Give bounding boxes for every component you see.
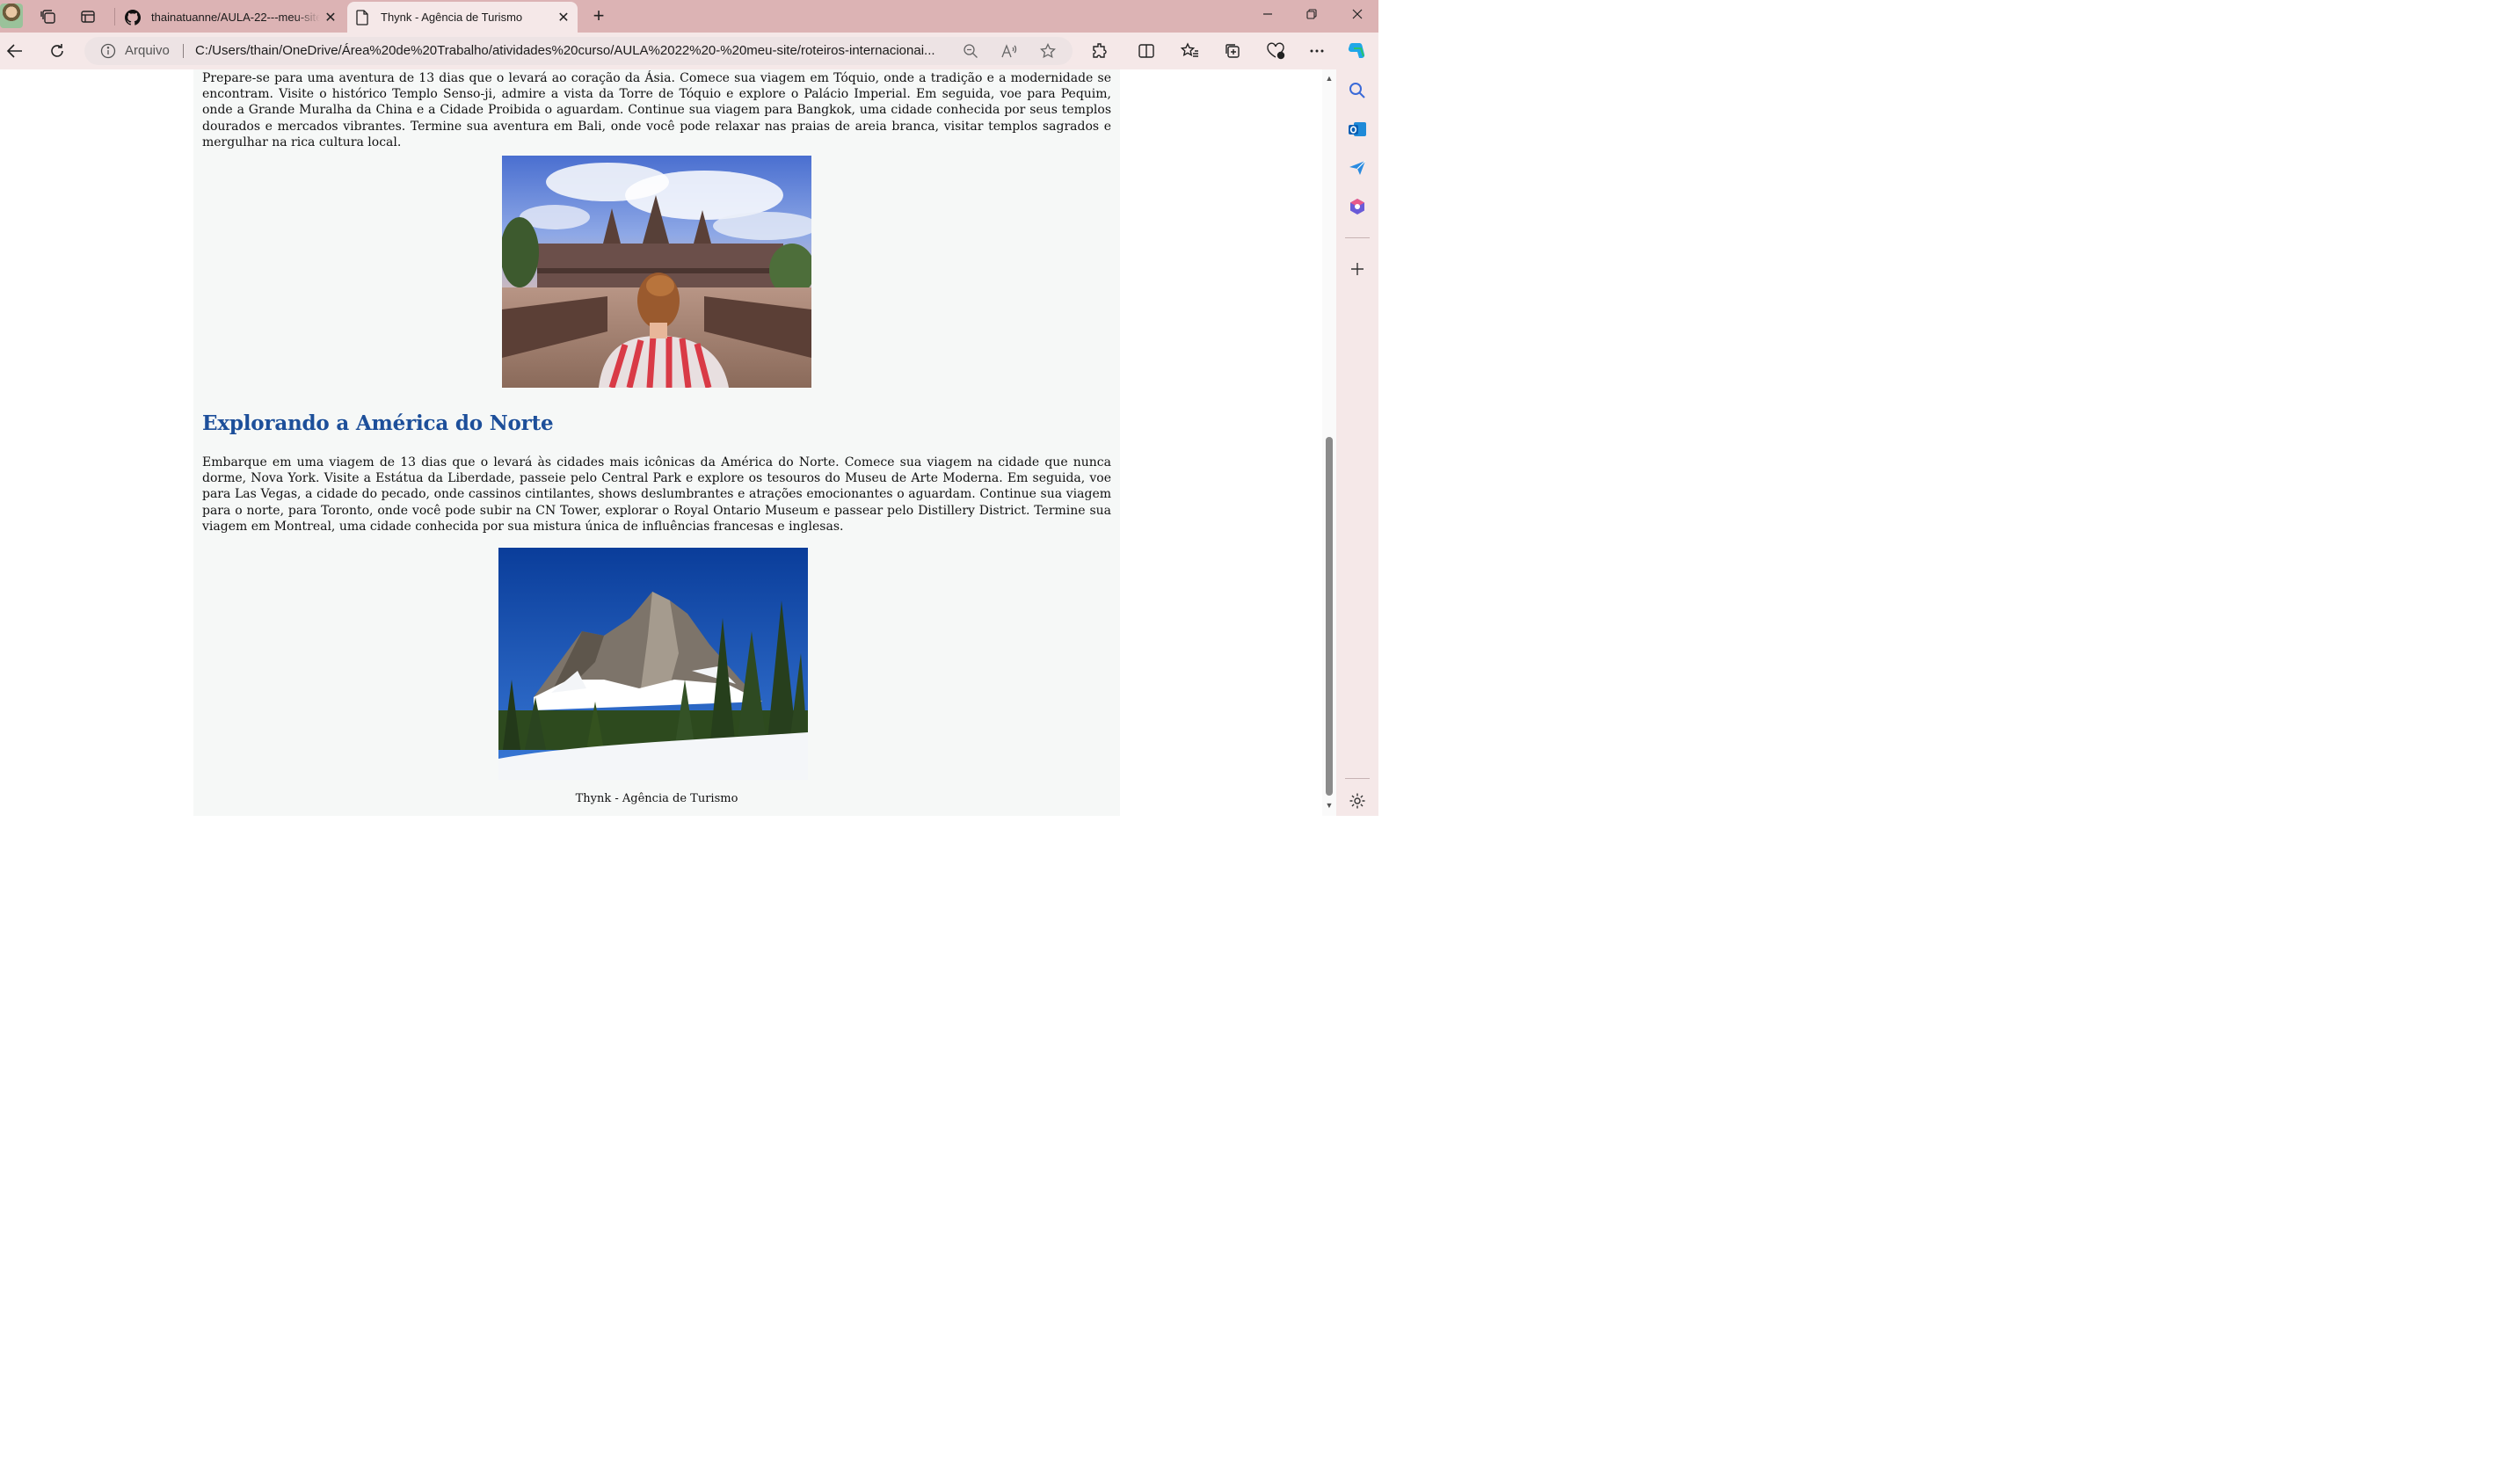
- tab-title: thainatuanne/AULA-22---meu-site: [151, 11, 320, 24]
- browser-toolbar: Arquivo C:/Users/thain/OneDrive/Área%20d…: [0, 33, 1378, 69]
- copilot-icon[interactable]: [1345, 40, 1368, 62]
- address-bar[interactable]: Arquivo C:/Users/thain/OneDrive/Área%20d…: [84, 37, 1073, 65]
- favorite-star-icon[interactable]: [1038, 41, 1058, 61]
- tab-github[interactable]: thainatuanne/AULA-22---meu-site ✕: [118, 2, 345, 33]
- refresh-icon[interactable]: [46, 40, 69, 62]
- scroll-down-arrow-icon[interactable]: ▼: [1325, 801, 1334, 810]
- sidebar-separator: [1345, 237, 1370, 238]
- favorites-icon[interactable]: [1178, 40, 1201, 62]
- outlook-icon[interactable]: [1347, 119, 1368, 140]
- scroll-up-arrow-icon[interactable]: ▲: [1325, 74, 1334, 83]
- microsoft-365-icon[interactable]: [1347, 196, 1368, 217]
- send-icon[interactable]: [1347, 157, 1368, 178]
- page-viewport: Prepare-se para uma aventura de 13 dias …: [0, 69, 1322, 816]
- title-bar: thainatuanne/AULA-22---meu-site ✕ Thynk …: [0, 0, 1378, 33]
- new-tab-button[interactable]: +: [587, 4, 610, 27]
- add-sidebar-app-icon[interactable]: [1347, 258, 1368, 280]
- more-options-icon[interactable]: [1305, 40, 1328, 62]
- angkor-wat-photo: [502, 156, 811, 388]
- profile-avatar[interactable]: [0, 4, 23, 28]
- tab-thynk[interactable]: Thynk - Agência de Turismo ✕: [347, 2, 578, 33]
- sidebar-separator: [1345, 778, 1370, 779]
- info-icon[interactable]: [100, 43, 116, 59]
- security-label[interactable]: Arquivo: [125, 43, 170, 58]
- mountain-landscape-photo: [498, 548, 808, 780]
- browser-essentials-icon[interactable]: [1264, 40, 1287, 62]
- tab-actions-icon[interactable]: [76, 5, 99, 28]
- north-america-itinerary-paragraph: Embarque em uma viagem de 13 dias que o …: [202, 455, 1111, 534]
- edge-sidebar: [1336, 69, 1378, 816]
- page-content: Prepare-se para uma aventura de 13 dias …: [193, 69, 1120, 816]
- close-tab-icon[interactable]: ✕: [320, 9, 341, 26]
- minimize-button[interactable]: [1250, 5, 1285, 26]
- tab-title: Thynk - Agência de Turismo: [381, 11, 523, 24]
- close-window-button[interactable]: [1340, 5, 1375, 26]
- url-text[interactable]: C:/Users/thain/OneDrive/Área%20de%20Trab…: [195, 43, 949, 58]
- settings-gear-icon[interactable]: [1347, 790, 1368, 811]
- address-divider: [183, 44, 184, 58]
- vertical-scrollbar[interactable]: ▲ ▼: [1322, 69, 1336, 816]
- restore-button[interactable]: [1294, 5, 1329, 26]
- split-screen-icon[interactable]: [1135, 40, 1158, 62]
- read-aloud-icon[interactable]: [1000, 41, 1019, 61]
- scrollbar-thumb[interactable]: [1326, 437, 1333, 796]
- close-tab-icon[interactable]: ✕: [553, 9, 574, 26]
- north-america-heading: Explorando a América do Norte: [202, 411, 554, 435]
- collections-icon[interactable]: [1221, 40, 1244, 62]
- github-icon: [125, 9, 141, 25]
- workspaces-icon[interactable]: [37, 5, 60, 28]
- zoom-icon[interactable]: [961, 41, 980, 61]
- asia-itinerary-paragraph: Prepare-se para uma aventura de 13 dias …: [202, 71, 1111, 149]
- search-icon[interactable]: [1347, 80, 1368, 101]
- extensions-icon[interactable]: [1088, 40, 1111, 62]
- footer-text: Thynk - Agência de Turismo: [575, 792, 738, 805]
- back-arrow-icon[interactable]: [4, 40, 26, 62]
- tab-separator: [114, 8, 115, 25]
- document-icon: [354, 9, 370, 25]
